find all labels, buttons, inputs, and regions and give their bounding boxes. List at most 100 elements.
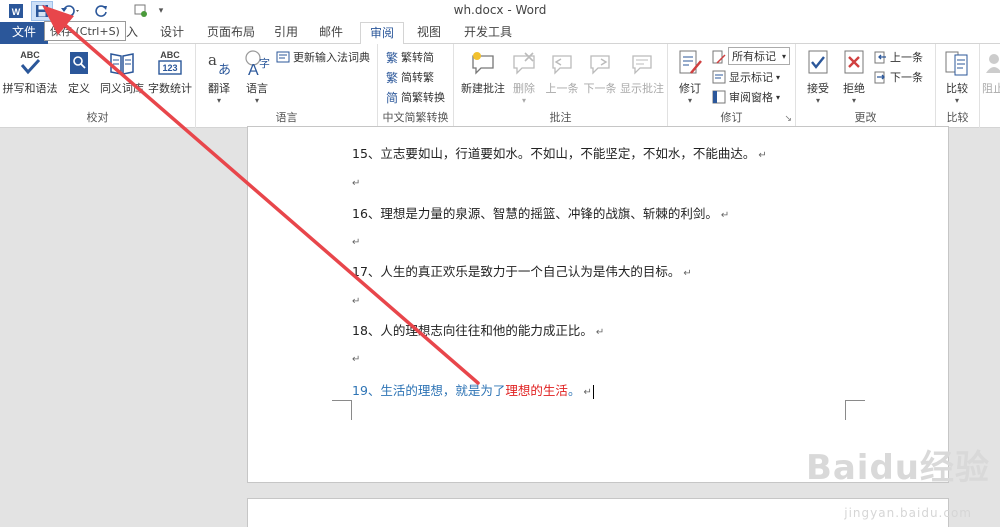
tab-view[interactable]: 视图 [413,22,445,44]
ribbon: ABC 拼写和语法 定义 同义词库 ABC 123 字数统计 校对 a あ 翻译… [0,44,1000,128]
tab-developer[interactable]: 开发工具 [460,22,516,44]
paragraph-17[interactable]: 17、人生的真正欢乐是致力于一个自己认为是伟大的目标。 ↵ [352,261,692,280]
block-authors-button[interactable]: 阻止 [980,48,1000,96]
tab-design[interactable]: 设计 [156,22,188,44]
tab-mailings[interactable]: 邮件 [315,22,347,44]
paragraph-mark-icon: ↵ [352,296,361,307]
title-bar: W ▾ wh.docx - Word [0,0,1000,22]
word-count-icon: ABC 123 [146,48,194,78]
paragraph-15[interactable]: 15、立志要如山，行道要如水。不如山，不能坚定，不如水，不能曲达。 ↵ [352,143,767,162]
reviewing-pane-button[interactable]: 审阅窗格 ▾ [712,88,780,106]
group-label-comments: 批注 [549,111,572,124]
delete-comment-icon [506,48,542,78]
document-title: wh.docx - Word [453,3,547,17]
chevron-down-icon: ▾ [781,51,786,61]
paragraph-mark-icon: ↵ [352,237,361,248]
define-button[interactable]: 定义 [60,48,98,96]
blue-text-run: 19、生活的理想，就是为了 [352,383,506,398]
spelling-check-icon: ABC [2,48,58,78]
delete-comment-button[interactable]: 删除 ▾ [506,48,542,105]
dialog-launcher-icon[interactable]: ↘ [784,114,792,124]
track-changes-button[interactable]: 修订 ▾ [672,48,708,105]
next-change-button[interactable]: 下一条 [874,68,923,86]
tab-review[interactable]: 审阅 [360,22,404,45]
group-proofing: ABC 拼写和语法 定义 同义词库 ABC 123 字数统计 校对 [0,44,196,128]
empty-paragraph[interactable]: ↵ [352,350,360,365]
next-change-icon [874,71,885,83]
markup-icon [712,50,726,64]
simplified-icon: 繁 [386,70,399,85]
accept-icon [798,48,838,78]
svg-text:ABC: ABC [160,50,180,60]
paragraph-mark-icon: ↵ [758,150,767,161]
traditional-icon: 繁 [386,50,399,65]
group-changes: 接受 ▾ 拒绝 ▾ 上一条 下一条 更改 [796,44,936,128]
show-comments-icon [618,48,666,78]
group-label-proofing: 校对 [86,111,109,124]
paragraph-mark-icon: ↵ [683,268,692,279]
language-button[interactable]: A字 语言 ▾ [238,48,276,105]
svg-text:あ: あ [218,63,231,77]
markup-dropdown[interactable]: 所有标记 ▾ [728,47,790,65]
compare-button[interactable]: 比较 ▾ [936,48,978,105]
new-comment-button[interactable]: 新建批注 [458,48,508,96]
reject-icon [836,48,872,78]
group-label-tracking: 修订 [720,111,743,124]
paragraph-19[interactable]: 19、生活的理想，就是为了理想的生活。 ↵ [352,380,594,399]
update-ime-dictionary-button[interactable]: 更新输入法词典 [276,48,370,66]
thesaurus-book-icon [98,48,146,78]
ribbon-tabs: 文件 插入 设计 页面布局 引用 邮件 审阅 视图 开发工具 [0,22,1000,45]
svg-text:字: 字 [259,56,270,70]
tab-references[interactable]: 引用 [270,22,302,44]
previous-comment-button[interactable]: 上一条 [542,48,582,96]
group-chinese-conversion: 繁 繁转简 繁 简转繁 简 简繁转换 中文简繁转换 [378,44,454,128]
tab-file[interactable]: 文件 [0,22,48,44]
paragraph-mark-icon: ↵ [352,178,361,189]
simplified-to-traditional-button[interactable]: 繁 简转繁 [386,68,434,86]
markup-display [712,48,726,66]
thesaurus-button[interactable]: 同义词库 [98,48,146,96]
translate-button[interactable]: aあ 翻译 ▾ [200,48,238,105]
block-authors-icon [980,48,1000,78]
group-comments: 新建批注 删除 ▾ 上一条 下一条 显示批注 批注 [454,44,668,128]
empty-paragraph[interactable]: ↵ [352,233,360,248]
crop-mark [332,400,352,420]
convert-icon: 简 [386,90,399,105]
empty-paragraph[interactable]: ↵ [352,174,360,189]
next-comment-icon [580,48,620,78]
show-markup-icon [712,70,726,84]
paragraph-mark-icon: ↵ [595,327,605,338]
show-markup-button[interactable]: 显示标记 ▾ [712,68,780,86]
empty-paragraph[interactable]: ↵ [352,292,360,307]
traditional-to-simplified-button[interactable]: 繁 繁转简 [386,48,434,66]
group-tracking: 修订 ▾ 所有标记 ▾ 显示标记 ▾ 审阅窗格 ▾ 修订 ↘ [668,44,796,128]
previous-comment-icon [542,48,582,78]
group-label-chinese-conversion: 中文简繁转换 [382,111,449,124]
track-changes-icon [672,48,708,78]
accept-button[interactable]: 接受 ▾ [798,48,838,105]
simplified-traditional-convert-button[interactable]: 简 简繁转换 [386,88,445,106]
baidu-watermark: Baidu经验 [805,448,990,488]
svg-text:A: A [248,62,259,77]
spelling-grammar-button[interactable]: ABC 拼写和语法 [2,48,58,96]
dictionary-icon [276,51,290,63]
crop-mark [845,400,865,420]
group-label-compare: 比较 [946,111,969,124]
previous-change-button[interactable]: 上一条 [874,48,923,66]
group-language: aあ 翻译 ▾ A字 语言 ▾ 更新输入法词典 语言 [196,44,378,128]
translate-icon: aあ [200,48,238,78]
group-label-language: 语言 [275,111,298,124]
paragraph-16[interactable]: 16、理想是力量的泉源、智慧的摇篮、冲锋的战旗、斩棘的利剑。 ↵ [352,203,729,222]
show-comments-button[interactable]: 显示批注 [618,48,666,96]
word-count-button[interactable]: ABC 123 字数统计 [146,48,194,96]
reject-button[interactable]: 拒绝 ▾ [836,48,872,105]
next-comment-button[interactable]: 下一条 [580,48,620,96]
paragraph-18[interactable]: 18、人的理想志向往往和他的能力成正比。 ↵ [352,320,604,339]
previous-change-icon [874,51,886,63]
save-tooltip: 保存 (Ctrl+S) [44,21,126,41]
text-cursor [592,384,594,399]
new-comment-icon [458,48,508,78]
tab-layout[interactable]: 页面布局 [203,22,259,44]
svg-text:123: 123 [162,63,177,73]
language-icon: A字 [238,48,276,78]
